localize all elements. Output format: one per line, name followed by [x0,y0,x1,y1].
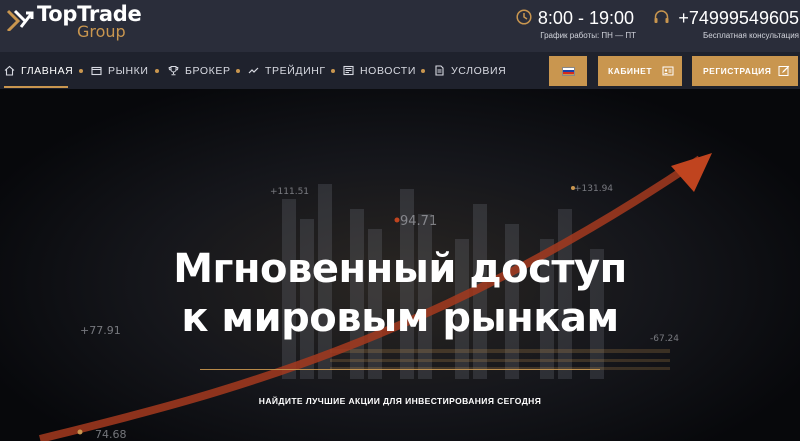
hero-title-line-2: к мировым рынкам [181,295,619,341]
nav-label-broker: БРОКЕР [185,64,231,77]
top-header: TopTrade Group 8:00 - 19:00 График работ… [0,0,800,52]
phone-caption: Бесплатная консультация [703,31,799,40]
nav-label-markets: РЫНКИ [108,64,149,77]
home-icon [4,65,15,76]
nav-active-indicator [4,86,68,88]
russia-flag-icon [561,66,575,76]
nav-separator [331,69,335,73]
nav-label-news: НОВОСТИ [360,64,416,77]
nav-item-news[interactable]: НОВОСТИ [343,52,416,89]
bg-number: +131.94 [574,184,613,194]
register-button[interactable]: РЕГИСТРАЦИЯ [692,56,798,86]
hero-section: +111.51 +131.94 94.71 +77.91 -67.24 74.6… [0,89,800,441]
nav-separator [79,69,83,73]
nav-item-broker[interactable]: БРОКЕР [168,52,231,89]
nav-label-home: ГЛАВНАЯ [21,64,74,77]
nav-separator [236,69,240,73]
working-hours-caption: График работы: ПН — ПТ [540,31,636,40]
main-nav: ГЛАВНАЯ РЫНКИ БРОКЕР ТРЕЙДИНГ НОВОСТИ УС… [0,52,800,89]
nav-item-conditions[interactable]: УСЛОВИЯ [434,52,506,89]
working-hours-time: 8:00 - 19:00 [537,8,634,28]
newspaper-icon [343,65,354,76]
clock-icon [516,9,532,25]
headset-icon [654,10,669,23]
nav-item-trading[interactable]: ТРЕЙДИНГ [248,52,326,89]
hero-subtitle: НАЙДИТЕ ЛУЧШИЕ АКЦИИ ДЛЯ ИНВЕСТИРОВАНИЯ … [258,396,542,406]
logo[interactable]: TopTrade Group [6,4,142,41]
document-icon [435,65,444,76]
nav-label-conditions: УСЛОВИЯ [451,64,507,77]
bg-number: 74.68 [95,428,127,441]
language-button[interactable] [549,56,587,86]
hero-title: Мгновенный доступ к мировым рынкам [0,245,800,343]
logo-mark-icon [6,9,34,31]
logo-subtitle: Group [77,22,126,41]
edit-icon [778,65,790,76]
trophy-icon [168,66,179,76]
nav-separator [155,69,159,73]
folder-icon [91,66,102,76]
cabinet-label: КАБИНЕТ [608,66,653,76]
nav-label-trading: ТРЕЙДИНГ [265,64,326,77]
phone-number[interactable]: +74999549605 [678,8,799,29]
bg-number: +111.51 [270,187,309,197]
cabinet-button[interactable]: КАБИНЕТ [598,56,682,86]
register-label: РЕГИСТРАЦИЯ [703,66,772,76]
nav-item-markets[interactable]: РЫНКИ [91,52,149,89]
bg-number: 94.71 [400,214,437,229]
hero-divider [200,369,600,370]
nav-separator [421,69,425,73]
id-card-icon [662,66,674,76]
nav-item-home[interactable]: ГЛАВНАЯ [4,52,73,89]
chart-line-icon [248,67,259,74]
hero-title-line-1: Мгновенный доступ [173,246,627,292]
